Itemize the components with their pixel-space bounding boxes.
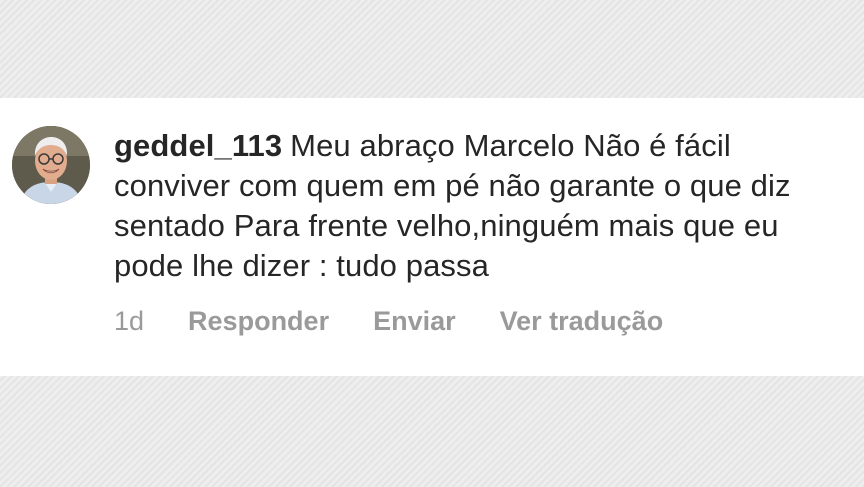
see-translation-button[interactable]: Ver tradução: [500, 306, 664, 337]
comment-timestamp: 1d: [114, 305, 145, 336]
send-button[interactable]: Enviar: [373, 306, 456, 337]
avatar-photo-icon: [12, 126, 90, 204]
comment-body: geddel_113 Meu abraço Marcelo Não é fácil…: [114, 126, 844, 286]
avatar[interactable]: [12, 126, 90, 204]
comment-username[interactable]: geddel_113: [114, 128, 282, 163]
comment-actions: 1d Responder Enviar Ver tradução: [114, 304, 663, 338]
reply-button[interactable]: Responder: [188, 306, 329, 337]
comment-card: geddel_113 Meu abraço Marcelo Não é fácil…: [0, 98, 864, 376]
